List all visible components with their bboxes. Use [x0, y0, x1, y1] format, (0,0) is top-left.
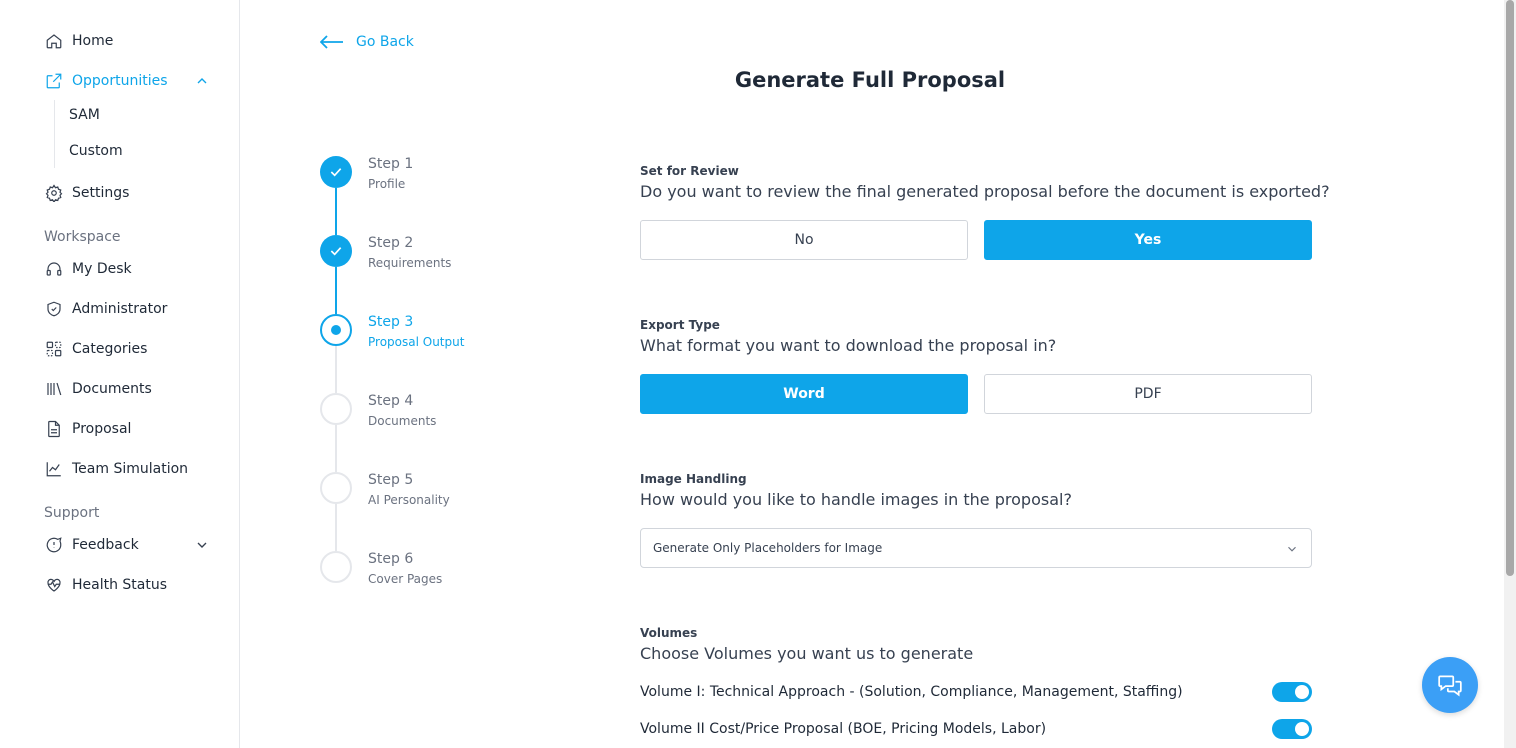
volumes-question: Choose Volumes you want us to generate [640, 644, 974, 663]
home-icon [44, 31, 64, 51]
nav-custom[interactable]: Custom [69, 143, 123, 159]
line-chart-icon [44, 459, 64, 479]
step-6-title: Step 6 [368, 551, 414, 567]
go-back-label: Go Back [356, 34, 414, 50]
step-connector-todo [335, 346, 337, 393]
nav-proposal[interactable]: Proposal [44, 417, 131, 441]
image-handling-question: How would you like to handle images in t… [640, 490, 1072, 509]
chevron-down-icon[interactable] [194, 537, 210, 553]
nav-documents[interactable]: Documents [44, 377, 152, 401]
scrollbar-thumb[interactable] [1506, 0, 1514, 576]
current-step-dot [331, 325, 341, 335]
volume-1-label: Volume I: Technical Approach - (Solution… [640, 684, 1183, 700]
review-label: Set for Review [640, 164, 739, 178]
step-2-indicator[interactable] [320, 235, 352, 267]
volume-2-row: Volume II Cost/Price Proposal (BOE, Pric… [640, 718, 1312, 740]
nav-my-desk[interactable]: My Desk [44, 257, 132, 281]
shield-check-icon [44, 299, 64, 319]
step-1-indicator[interactable] [320, 156, 352, 188]
sidebar: Home Opportunities SAM Custom Settings W… [0, 0, 240, 748]
nav-team-simulation-label: Team Simulation [72, 461, 189, 477]
go-back-link[interactable]: Go Back [320, 34, 414, 50]
external-link-icon [44, 71, 64, 91]
step-2-subtitle: Requirements [368, 256, 452, 270]
step-4-title: Step 4 [368, 393, 414, 409]
export-pdf-button[interactable]: PDF [984, 374, 1312, 414]
step-5-title: Step 5 [368, 472, 414, 488]
check-icon [330, 168, 342, 177]
nav-settings-label: Settings [72, 185, 130, 201]
step-3-title: Step 3 [368, 314, 414, 330]
gear-icon [44, 183, 64, 203]
step-1-title: Step 1 [368, 156, 414, 172]
toggle-knob [1295, 685, 1309, 699]
chat-button[interactable] [1422, 657, 1478, 713]
nav-opportunities[interactable]: Opportunities [44, 69, 214, 93]
heart-pulse-icon [44, 575, 64, 595]
export-label: Export Type [640, 318, 720, 332]
volume-1-toggle[interactable] [1272, 682, 1312, 702]
step-5-subtitle: AI Personality [368, 493, 450, 507]
volume-1-row: Volume I: Technical Approach - (Solution… [640, 681, 1312, 703]
library-icon [44, 379, 64, 399]
step-2-title: Step 2 [368, 235, 414, 251]
nav-health-status[interactable]: Health Status [44, 573, 167, 597]
message-circle-icon [44, 535, 64, 555]
volume-2-label: Volume II Cost/Price Proposal (BOE, Pric… [640, 721, 1047, 737]
image-handling-select[interactable]: Generate Only Placeholders for Image [640, 528, 1312, 568]
step-3-subtitle: Proposal Output [368, 335, 465, 349]
review-yes-button[interactable]: Yes [984, 220, 1312, 260]
review-question: Do you want to review the final generate… [640, 182, 1330, 201]
toggle-knob [1295, 722, 1309, 736]
page-scrollbar[interactable] [1504, 0, 1516, 748]
chat-bubbles-icon [1438, 675, 1462, 697]
export-word-button[interactable]: Word [640, 374, 968, 414]
nav-team-simulation[interactable]: Team Simulation [44, 457, 188, 481]
nav-home-label: Home [72, 33, 114, 49]
workspace-section-label: Workspace [44, 229, 121, 245]
support-section-label: Support [44, 505, 100, 521]
nav-documents-label: Documents [72, 381, 152, 397]
chevron-down-icon [1288, 546, 1296, 552]
step-6-subtitle: Cover Pages [368, 572, 443, 586]
step-4-subtitle: Documents [368, 414, 437, 428]
review-no-button[interactable]: No [640, 220, 968, 260]
image-handling-value: Generate Only Placeholders for Image [653, 541, 883, 555]
volume-2-toggle[interactable] [1272, 719, 1312, 739]
nav-sam[interactable]: SAM [69, 107, 100, 123]
page-title: Generate Full Proposal [734, 68, 1006, 92]
nav-settings[interactable]: Settings [44, 181, 129, 205]
nav-my-desk-label: My Desk [72, 261, 132, 277]
nav-health-status-label: Health Status [72, 577, 168, 593]
nav-administrator-label: Administrator [72, 301, 168, 317]
arrow-left-icon [320, 35, 343, 49]
step-connector-done [335, 188, 337, 235]
step-4-indicator[interactable] [320, 393, 352, 425]
check-icon [330, 247, 342, 256]
step-connector-todo [335, 504, 337, 551]
nav-feedback-label: Feedback [72, 537, 139, 553]
step-5-indicator[interactable] [320, 472, 352, 504]
nav-feedback[interactable]: Feedback [44, 533, 214, 557]
headset-icon [44, 259, 64, 279]
image-handling-label: Image Handling [640, 472, 747, 486]
nav-proposal-label: Proposal [72, 421, 132, 437]
file-text-icon [44, 419, 64, 439]
categories-icon [44, 339, 64, 359]
nav-administrator[interactable]: Administrator [44, 297, 167, 321]
step-1-subtitle: Profile [368, 177, 406, 191]
volumes-label: Volumes [640, 626, 698, 640]
step-connector-done [335, 267, 337, 314]
export-question: What format you want to download the pro… [640, 336, 1057, 355]
nav-opportunities-label: Opportunities [72, 73, 168, 89]
step-3-indicator[interactable] [320, 314, 352, 346]
nav-categories-label: Categories [72, 341, 148, 357]
step-connector-todo [335, 425, 337, 472]
nav-categories[interactable]: Categories [44, 337, 147, 361]
nav-home[interactable]: Home [44, 29, 113, 53]
step-6-indicator[interactable] [320, 551, 352, 583]
submenu-guide-line [54, 100, 55, 168]
chevron-up-icon[interactable] [194, 73, 210, 89]
